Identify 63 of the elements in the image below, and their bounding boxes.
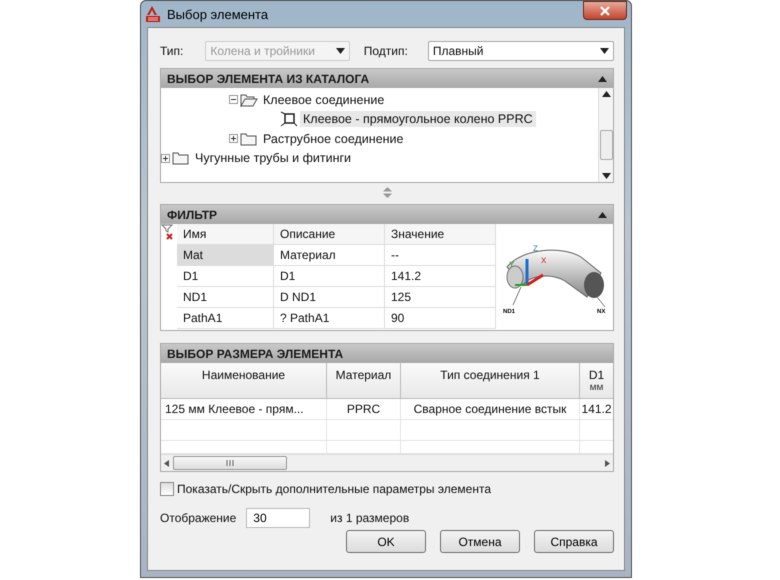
panel-title: ФИЛЬТР (167, 208, 218, 222)
dialog-button[interactable]: OK (346, 530, 426, 553)
vertical-scrollbar[interactable] (598, 88, 613, 182)
app-logo-icon (145, 5, 161, 23)
panel-title: ВЫБОР РАЗМЕРА ЭЛЕМЕНТА (167, 346, 344, 360)
collapse-caret-icon[interactable] (598, 212, 607, 218)
grip-icon (226, 460, 234, 466)
column-header[interactable]: Описание (274, 224, 384, 244)
table-cell: Сварное соединение встык (401, 399, 579, 419)
scroll-right-icon[interactable] (605, 460, 610, 466)
table-cell: 125 (385, 287, 495, 307)
close-icon (600, 6, 610, 16)
open-folder-icon (240, 92, 258, 107)
table-cell: -- (385, 245, 495, 265)
panel-title: ВЫБОР ЭЛЕМЕНТА ИЗ КАТАЛОГА (167, 72, 370, 86)
folder-icon (240, 132, 258, 146)
table-cell: PPRC (327, 399, 400, 419)
horizontal-scrollbar[interactable] (161, 454, 613, 471)
clear-filter-icon[interactable] (161, 224, 175, 240)
table-cell[interactable]: ND1 (177, 287, 273, 307)
table-cell[interactable]: D1 (177, 266, 273, 286)
table-cell: D ND1 (274, 287, 384, 307)
table-cell: 90 (385, 308, 495, 328)
tree-item[interactable]: Клеевое - прямоугольное колено PPRC (300, 111, 536, 128)
elbow-part-icon (280, 111, 298, 128)
collapse-icon[interactable] (229, 95, 238, 104)
column-header[interactable]: Материал (327, 363, 400, 398)
column-header[interactable]: D1 мм (580, 363, 613, 398)
column-header[interactable]: Наименование (161, 363, 326, 398)
dropdown-caret-icon[interactable] (600, 48, 609, 54)
tree-item[interactable]: Клеевое соединение (260, 92, 388, 108)
scroll-left-icon[interactable] (164, 460, 169, 466)
display-label: Отображение (160, 511, 236, 525)
column-header[interactable]: Имя (177, 224, 273, 244)
type-label: Тип: (160, 44, 184, 58)
table-cell[interactable]: PathA1 (177, 308, 273, 328)
tree-item[interactable]: Чугунные трубы и фитинги (192, 150, 354, 166)
scroll-down-icon[interactable] (602, 173, 610, 179)
column-header[interactable]: Значение (385, 224, 495, 244)
expand-icon[interactable] (229, 134, 238, 144)
dialog-button[interactable]: Отмена (440, 530, 520, 553)
scroll-up-icon[interactable] (602, 91, 610, 97)
window-title: Выбор элемента (167, 6, 268, 22)
checkbox[interactable] (160, 482, 174, 496)
display-count-field[interactable]: 30 (246, 508, 310, 528)
close-button[interactable] (583, 1, 627, 20)
table-cell: Материал (274, 245, 384, 265)
table-cell: 141.2 (385, 266, 495, 286)
column-header[interactable]: Тип соединения 1 (401, 363, 579, 398)
expand-icon[interactable] (161, 154, 170, 163)
table-cell: ? PathA1 (274, 308, 384, 328)
subtype-dropdown[interactable]: Плавный (428, 41, 614, 61)
subtype-label: Подтип: (364, 44, 408, 58)
table-cell: D1 (274, 266, 384, 286)
dialog-button[interactable]: Справка (534, 530, 614, 553)
splitter-handle-icon[interactable] (382, 187, 392, 198)
folder-icon (172, 151, 190, 166)
collapse-caret-icon[interactable] (598, 76, 607, 82)
sizes-count-text: из 1 размеров (330, 511, 410, 525)
table-cell: 125 мм Клеевое - прям... (161, 399, 326, 419)
tree-item[interactable]: Раструбное соединение (260, 130, 406, 147)
checkbox-label: Показать/Скрыть дополнительные параметры элемента (177, 482, 492, 496)
table-cell: 141.2 (580, 399, 613, 419)
